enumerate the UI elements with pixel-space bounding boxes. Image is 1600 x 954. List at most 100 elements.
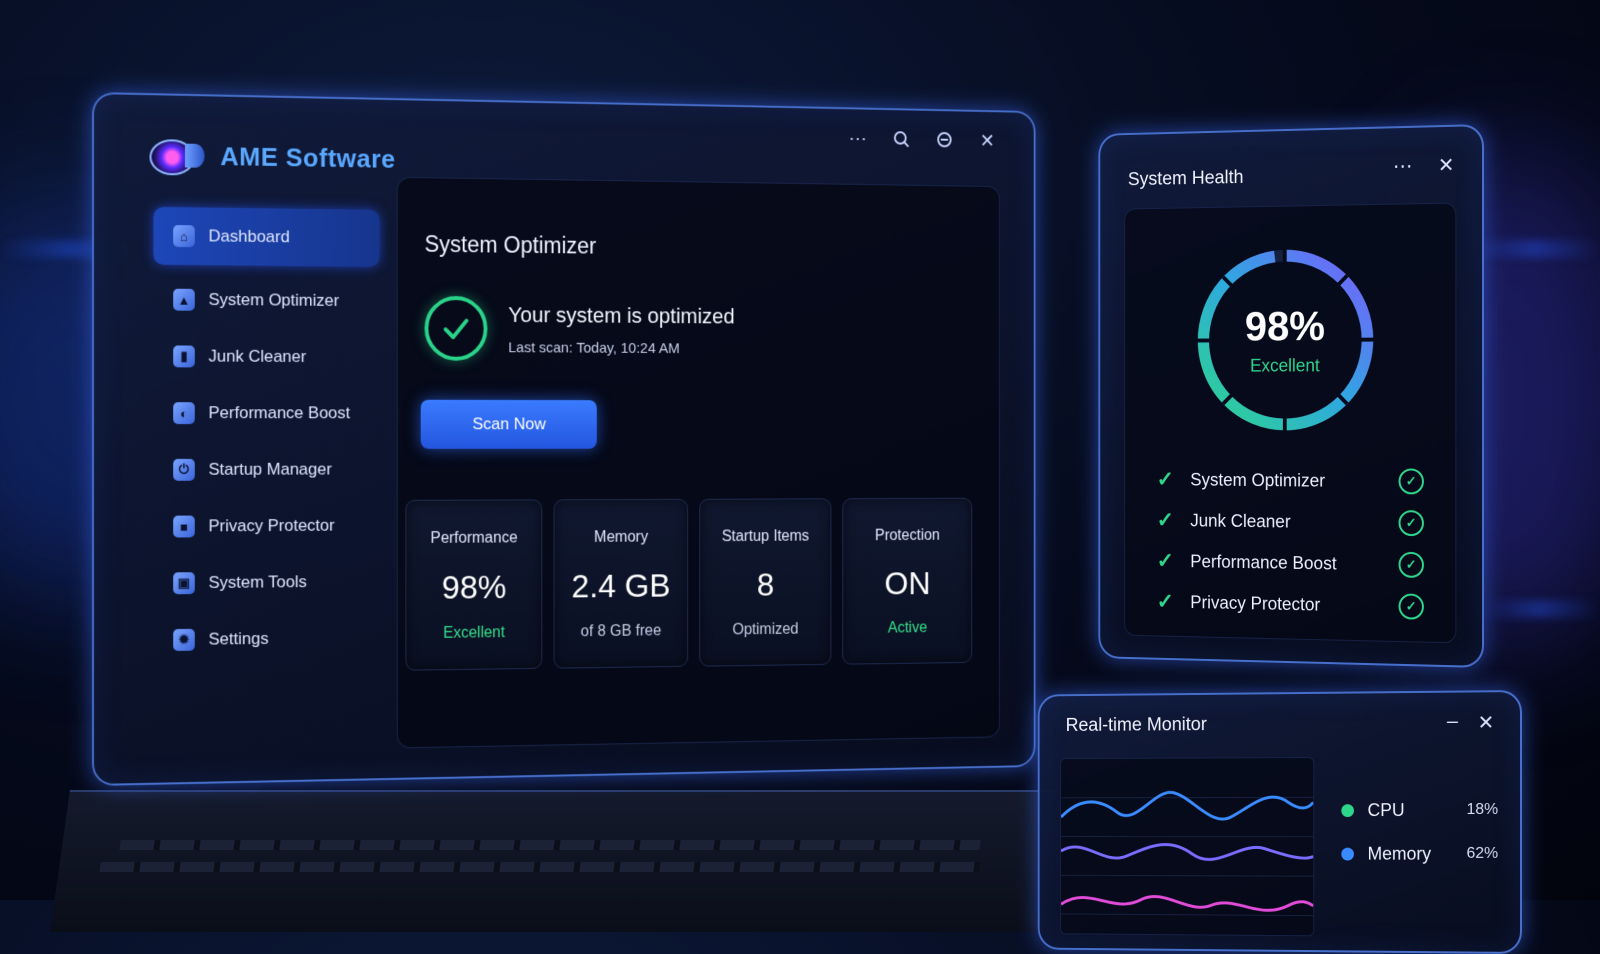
stat-value: 2.4 GB <box>555 567 688 606</box>
toolbox-icon: ▣ <box>173 572 195 594</box>
sidebar-item-label: Performance Boost <box>209 403 351 423</box>
health-checklist: ✓ System Optimizer ✓ ✓ Junk Cleaner ✓ ✓ … <box>1157 459 1424 628</box>
speedometer-icon: ◐ <box>173 402 195 424</box>
home-icon: ⌂ <box>173 225 195 247</box>
sidebar-item-label: Privacy Protector <box>209 516 335 536</box>
monitor-chart <box>1060 757 1314 936</box>
stat-card-startup-items: Startup Items 8 Optimized <box>699 498 831 666</box>
page-title: System Optimizer <box>425 231 597 259</box>
stat-value: ON <box>843 565 971 603</box>
sidebar-item-label: Settings <box>209 629 269 650</box>
sidebar-item-label: System Optimizer <box>209 290 340 311</box>
health-gauge: 98% Excellent <box>1190 241 1381 439</box>
list-item: ✓ Privacy Protector ✓ <box>1157 581 1424 628</box>
sidebar-item-label: Junk Cleaner <box>209 347 307 367</box>
panel-title: Real-time Monitor <box>1066 714 1207 736</box>
health-content: 98% Excellent ✓ System Optimizer ✓ ✓ Jun… <box>1124 203 1456 644</box>
realtime-monitor-window: Real-time Monitor – ✕ CPU 18% Memory 62% <box>1038 690 1522 954</box>
stat-value: 98% <box>406 569 541 608</box>
list-item: ✓ Junk Cleaner ✓ <box>1157 500 1424 544</box>
system-health-window: System Health ⋯ ✕ <box>1098 124 1484 668</box>
sidebar-item-system-tools[interactable]: ▣ System Tools <box>153 560 379 605</box>
check-circle-icon: ✓ <box>1399 593 1424 619</box>
stat-label: Performance <box>406 530 541 548</box>
stat-sub: Excellent <box>406 624 541 643</box>
list-item: ✓ System Optimizer ✓ <box>1157 459 1424 502</box>
health-rating: Excellent <box>1190 355 1381 376</box>
legend-label: Memory <box>1368 843 1467 864</box>
keyboard-row <box>99 862 980 872</box>
sidebar-item-label: System Tools <box>209 572 307 593</box>
sidebar-item-privacy-protector[interactable]: ■ Privacy Protector <box>153 504 379 549</box>
close-icon[interactable]: ✕ <box>1478 710 1495 735</box>
check-circle-icon: ✓ <box>1399 468 1424 494</box>
checkmark-icon: ✓ <box>1157 467 1191 493</box>
panel-controls: ⋯ ✕ <box>1393 153 1454 179</box>
stat-card-performance: Performance 98% Excellent <box>405 499 542 670</box>
status-headline: Your system is optimized <box>508 302 734 329</box>
legend-value: 18% <box>1466 801 1498 819</box>
legend-item-memory: Memory 62% <box>1341 832 1498 876</box>
sidebar-item-label: Dashboard <box>209 226 290 247</box>
cpu-line <box>1061 792 1313 819</box>
background-light-bar <box>1480 600 1600 618</box>
app-logo <box>146 135 207 176</box>
checkmark-icon: ✓ <box>1157 548 1191 574</box>
legend-value: 62% <box>1466 845 1498 863</box>
memory-line <box>1061 844 1313 859</box>
stat-card-protection: Protection ON Active <box>842 498 972 665</box>
check-circle-icon: ✓ <box>1399 552 1424 578</box>
close-icon[interactable]: ✕ <box>977 129 998 152</box>
stat-label: Startup Items <box>700 528 830 546</box>
sidebar-item-dashboard[interactable]: ⌂ Dashboard <box>153 207 379 267</box>
more-options-icon[interactable]: ⋯ <box>847 126 869 149</box>
sidebar-item-performance-boost[interactable]: ◐ Performance Boost <box>153 391 379 435</box>
item-label: Performance Boost <box>1190 551 1398 575</box>
background-light-bar <box>1470 240 1600 258</box>
stat-sub: Optimized <box>700 621 830 640</box>
stats-row: Performance 98% Excellent Memory 2.4 GB … <box>405 498 972 671</box>
disk-line <box>1061 896 1313 911</box>
stat-sub: of 8 GB free <box>555 622 688 641</box>
sidebar-item-junk-cleaner[interactable]: ▮ Junk Cleaner <box>153 334 379 379</box>
title-bar: AME Software <box>146 135 396 179</box>
panel-title: System Health <box>1128 167 1244 191</box>
laptop-keyboard-deck <box>50 790 1070 932</box>
main-content-panel: System Optimizer Your system is optimize… <box>397 177 1000 749</box>
check-circle-icon: ✓ <box>1399 510 1424 536</box>
sidebar: ⌂ Dashboard ▲ System Optimizer ▮ Junk Cl… <box>153 207 379 675</box>
power-icon: ⏻ <box>173 459 195 481</box>
stat-sub: Active <box>843 619 971 638</box>
checkmark-icon: ✓ <box>1157 589 1191 615</box>
item-label: System Optimizer <box>1190 469 1398 491</box>
more-options-icon[interactable]: ⋯ <box>1393 154 1413 179</box>
item-label: Privacy Protector <box>1190 592 1398 617</box>
optimization-status: Your system is optimized Last scan: Toda… <box>425 296 735 362</box>
rocket-icon: ▲ <box>173 289 195 311</box>
trash-icon: ▮ <box>173 345 195 367</box>
app-title: AME Software <box>220 141 395 175</box>
keyboard-row <box>119 840 980 850</box>
last-scan-text: Last scan: Today, 10:24 AM <box>508 339 734 357</box>
close-icon[interactable]: ✕ <box>1438 153 1454 178</box>
gauge-label: 98% Excellent <box>1190 302 1381 377</box>
check-circle-icon <box>425 296 488 361</box>
cpu-dot-icon <box>1341 804 1354 817</box>
scan-now-button[interactable]: Scan Now <box>421 400 597 449</box>
gear-icon: ✹ <box>173 629 195 651</box>
sidebar-item-settings[interactable]: ✹ Settings <box>153 616 379 662</box>
legend-item-cpu: CPU 18% <box>1341 788 1498 832</box>
minimize-icon[interactable] <box>934 128 956 151</box>
window-controls: ⋯ ✕ <box>847 126 998 152</box>
minimize-icon[interactable]: – <box>1447 711 1458 736</box>
sidebar-item-system-optimizer[interactable]: ▲ System Optimizer <box>153 278 379 323</box>
lock-icon: ■ <box>173 516 195 538</box>
list-item: ✓ Performance Boost ✓ <box>1157 540 1424 585</box>
search-icon[interactable] <box>890 127 912 150</box>
panel-controls: – ✕ <box>1447 710 1494 735</box>
stat-value: 8 <box>700 566 830 605</box>
stat-label: Memory <box>555 529 688 547</box>
sidebar-item-startup-manager[interactable]: ⏻ Startup Manager <box>153 448 379 492</box>
checkmark-icon: ✓ <box>1157 507 1191 533</box>
main-app-window: AME Software ⋯ ✕ ⌂ Dashboard ▲ System Op… <box>92 92 1035 786</box>
